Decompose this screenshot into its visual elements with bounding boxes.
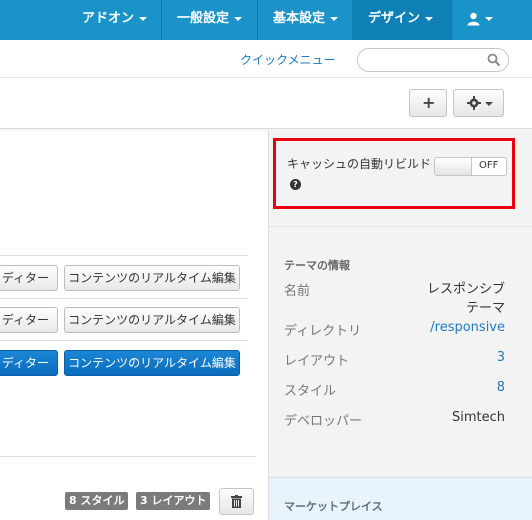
chevron-down-icon [330, 16, 339, 21]
nav-general-settings[interactable]: 一般設定 [177, 0, 243, 40]
gear-icon [467, 96, 481, 110]
nav-divider [451, 0, 452, 40]
nav-design[interactable]: デザイン [352, 0, 451, 40]
help-icon[interactable]: ? [290, 179, 301, 190]
cache-rebuild-panel: キャッシュの自動リビルド? OFF [273, 138, 515, 209]
user-icon [467, 12, 480, 25]
cache-rebuild-text: キャッシュの自動リビルド [287, 157, 432, 171]
editor-button[interactable]: ディター [0, 307, 58, 333]
toggle-knob [435, 158, 472, 175]
nav-basic-settings[interactable]: 基本設定 [273, 0, 339, 40]
marketplace-title: マーケットプレイス [284, 500, 383, 513]
info-key-developer: デベロッパー [284, 414, 363, 429]
sidebar-divider [269, 226, 532, 227]
nav-divider [257, 0, 258, 40]
search-icon[interactable] [487, 53, 501, 67]
toggle-state-label: OFF [479, 160, 499, 171]
editor-button-label: ディター [1, 313, 49, 327]
editor-button-label: ディター [1, 356, 49, 370]
chevron-down-icon [425, 16, 434, 21]
marketplace-panel: マーケットプレイス [269, 477, 532, 520]
delete-button[interactable] [219, 488, 254, 515]
nav-general-settings-label: 一般設定 [177, 11, 230, 26]
live-edit-button-active[interactable]: コンテンツのリアルタイム編集 [64, 350, 240, 376]
settings-dropdown-button[interactable] [453, 89, 504, 117]
chevron-down-icon [485, 16, 493, 21]
layouts-count-badge: 3 レイアウト [136, 492, 211, 510]
editor-button-active[interactable]: ディター [0, 350, 58, 376]
search-input[interactable] [357, 48, 509, 72]
nav-addons-label: アドオン [82, 11, 135, 26]
info-value-developer: Simtech [451, 410, 505, 425]
styles-count-badge: 8 スタイル [65, 492, 129, 510]
info-key-name: 名前 [284, 284, 311, 299]
live-edit-button-label: コンテンツのリアルタイム編集 [68, 271, 236, 285]
editor-button[interactable]: ディター [0, 265, 58, 291]
live-edit-button[interactable]: コンテンツのリアルタイム編集 [64, 307, 240, 333]
row-divider [0, 340, 248, 341]
info-key-directory: ディレクトリ [284, 324, 362, 339]
info-value-layouts[interactable]: 3 [497, 350, 505, 365]
cache-rebuild-label: キャッシュの自動リビルド? [287, 154, 437, 194]
top-navigation: アドオン 一般設定 基本設定 デザイン [0, 0, 532, 40]
add-button[interactable]: + [409, 89, 447, 117]
nav-divider [161, 0, 162, 40]
info-value-directory[interactable]: /responsive [430, 320, 505, 335]
nav-basic-settings-label: 基本設定 [273, 11, 326, 26]
theme-info-title: テーマの情報 [284, 259, 350, 272]
row-divider [0, 298, 248, 299]
info-key-layouts: レイアウト [284, 354, 350, 369]
info-value-name: レスポンシブ テーマ [426, 282, 505, 316]
nav-design-label: デザイン [368, 11, 421, 26]
nav-user-menu[interactable] [467, 0, 517, 40]
quick-menu-link[interactable]: クイックメニュー [240, 51, 336, 68]
plus-icon: + [422, 93, 436, 112]
nav-addons[interactable]: アドオン [82, 0, 148, 40]
live-edit-button-label: コンテンツのリアルタイム編集 [68, 313, 236, 327]
info-key-styles: スタイル [284, 384, 337, 399]
section-divider [0, 456, 256, 457]
chevron-down-icon [139, 16, 148, 21]
live-edit-button[interactable]: コンテンツのリアルタイム編集 [64, 265, 240, 291]
chevron-down-icon [485, 102, 493, 106]
live-edit-button-label: コンテンツのリアルタイム編集 [68, 356, 236, 370]
row-divider [0, 255, 248, 256]
info-value-styles[interactable]: 8 [497, 380, 505, 395]
chevron-down-icon [234, 16, 243, 21]
editor-button-label: ディター [1, 271, 49, 285]
cache-rebuild-toggle[interactable]: OFF [434, 157, 507, 176]
trash-icon [231, 495, 242, 508]
